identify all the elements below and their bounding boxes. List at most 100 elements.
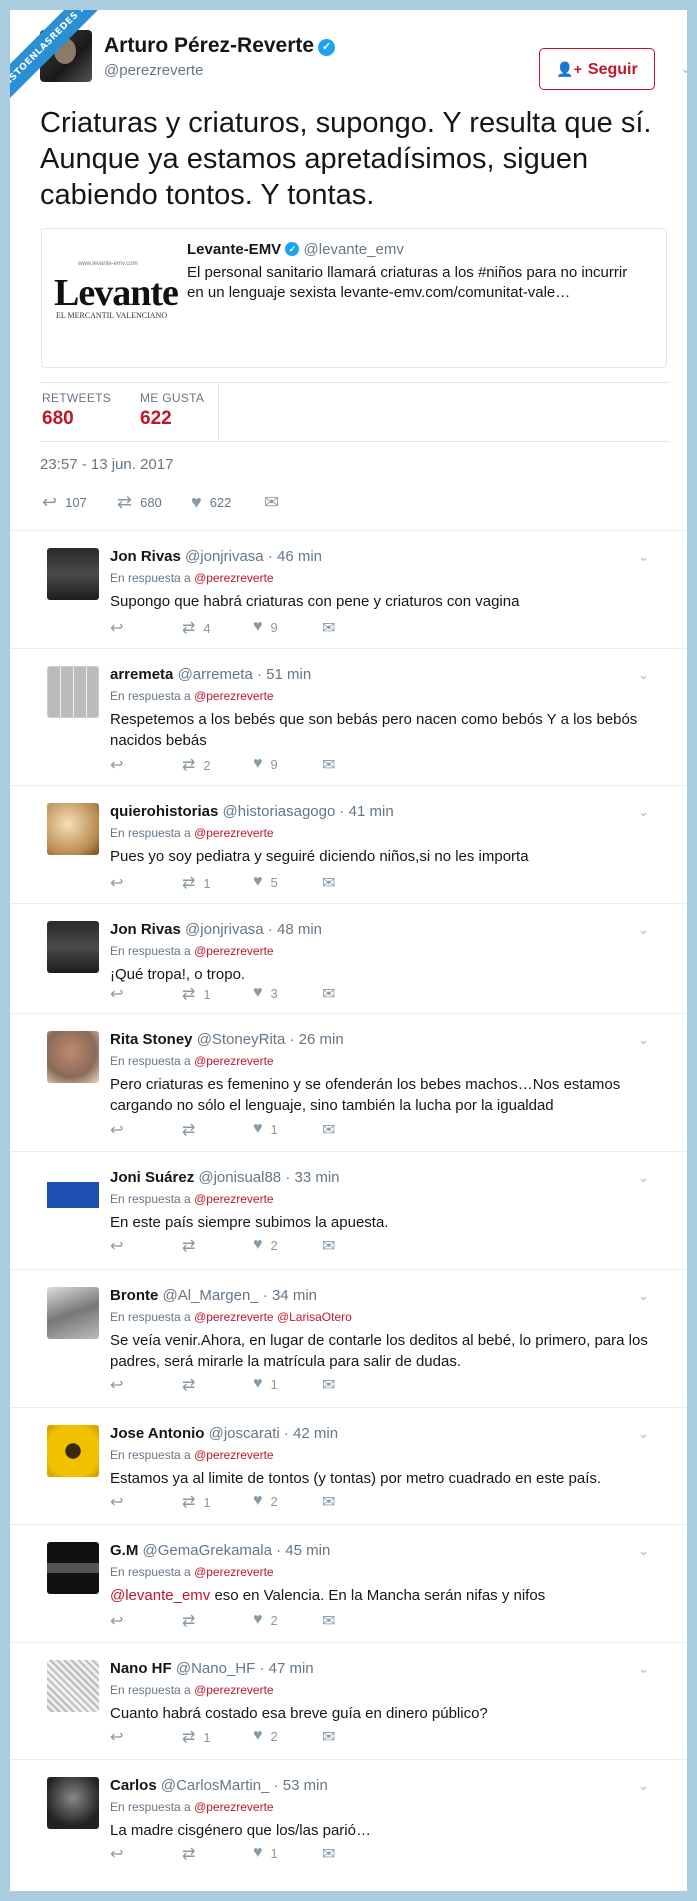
chevron-down-icon[interactable]: ⌄ (638, 1032, 649, 1048)
retweet-button[interactable]: ⇄ (182, 1120, 203, 1140)
reply-time[interactable]: 33 min (295, 1169, 340, 1186)
like-button[interactable]: ♥ 3 (253, 984, 278, 1002)
reply-time[interactable]: 51 min (266, 666, 311, 683)
reply-button[interactable]: ↩ (110, 873, 131, 893)
reply-tweet[interactable]: Bronte @Al_Margen_ · 34 min ⌄ En respues… (10, 1269, 687, 1407)
reply-avatar[interactable] (47, 1031, 99, 1083)
reply-tweet[interactable]: arremeta @arremeta · 51 min ⌄ En respues… (10, 648, 687, 785)
reply-time[interactable]: 41 min (349, 803, 394, 820)
chevron-down-icon[interactable]: ⌄ (638, 804, 649, 820)
reply-context-handle[interactable]: @perezreverte (194, 826, 274, 840)
reply-avatar[interactable] (47, 1169, 99, 1221)
like-button[interactable]: ♥ 9 (253, 618, 278, 636)
reply-author-handle[interactable]: @GemaGrekamala (143, 1542, 272, 1559)
reply-context-handle[interactable]: @perezreverte (194, 571, 274, 585)
reply-author-handle[interactable]: @Nano_HF (176, 1660, 255, 1677)
reply-tweet[interactable]: Rita Stoney @StoneyRita · 26 min ⌄ En re… (10, 1013, 687, 1151)
retweet-button[interactable]: ⇄ 4 (182, 618, 211, 638)
dm-button[interactable]: ✉ (322, 1727, 343, 1747)
reply-author-handle[interactable]: @CarlosMartin_ (161, 1777, 270, 1794)
dm-button[interactable]: ✉ (322, 1236, 343, 1256)
reply-context-handle[interactable]: @perezreverte (194, 1054, 274, 1068)
reply-time[interactable]: 48 min (277, 921, 322, 938)
dm-button[interactable]: ✉ (322, 984, 343, 1004)
reply-tweet[interactable]: Nano HF @Nano_HF · 47 min ⌄ En respuesta… (10, 1642, 687, 1759)
dm-button[interactable]: ✉ (322, 1375, 343, 1395)
chevron-down-icon[interactable]: ⌄ (638, 1426, 649, 1442)
reply-context-handle[interactable]: @perezreverte (194, 1683, 274, 1697)
chevron-down-icon[interactable]: ⌄ (638, 1778, 649, 1794)
dm-button[interactable]: ✉ (264, 492, 287, 513)
retweet-button[interactable]: ⇄ (182, 1844, 203, 1864)
reply-author-name[interactable]: Rita Stoney (110, 1031, 193, 1048)
reply-author-handle[interactable]: @historiasagogo (223, 803, 336, 820)
reply-tweet[interactable]: Jose Antonio @joscarati · 42 min ⌄ En re… (10, 1407, 687, 1524)
chevron-down-icon[interactable]: ⌄ (680, 60, 687, 77)
chevron-down-icon[interactable]: ⌄ (638, 1543, 649, 1559)
dm-button[interactable]: ✉ (322, 1844, 343, 1864)
like-button[interactable]: ♥ 1 (253, 1844, 278, 1862)
reply-author-handle[interactable]: @jonjrivasa (185, 548, 264, 565)
reply-author-name[interactable]: Nano HF (110, 1660, 172, 1677)
reply-button[interactable]: ↩ (110, 1844, 131, 1864)
reply-context-handle[interactable]: @perezreverte (194, 944, 274, 958)
reply-button[interactable]: ↩ (110, 1492, 131, 1512)
reply-author-handle[interactable]: @arremeta (178, 666, 253, 683)
dm-button[interactable]: ✉ (322, 1611, 343, 1631)
reply-author-handle[interactable]: @jonisual88 (198, 1169, 281, 1186)
like-button[interactable]: ♥ 2 (253, 1236, 278, 1254)
reply-button[interactable]: ↩ (110, 984, 131, 1004)
reply-avatar[interactable] (47, 803, 99, 855)
reply-button[interactable]: ↩ (110, 1375, 131, 1395)
reply-tweet[interactable]: quierohistorias @historiasagogo · 41 min… (10, 785, 687, 903)
chevron-down-icon[interactable]: ⌄ (638, 1170, 649, 1186)
chevron-down-icon[interactable]: ⌄ (638, 1661, 649, 1677)
reply-avatar[interactable] (47, 1660, 99, 1712)
reply-context-handle[interactable]: @perezreverte (194, 1565, 274, 1579)
dm-button[interactable]: ✉ (322, 1120, 343, 1140)
dm-button[interactable]: ✉ (322, 755, 343, 775)
like-button[interactable]: ♥ 2 (253, 1727, 278, 1745)
retweet-button[interactable]: ⇄ (182, 1375, 203, 1395)
author-handle[interactable]: @perezreverte (104, 62, 203, 79)
retweet-button[interactable]: ⇄ 1 (182, 1727, 211, 1747)
retweets-stat[interactable]: RETWEETS 680 (42, 391, 111, 430)
chevron-down-icon[interactable]: ⌄ (638, 1288, 649, 1304)
reply-author-name[interactable]: Jon Rivas (110, 921, 181, 938)
reply-tweet[interactable]: Jon Rivas @jonjrivasa · 46 min ⌄ En resp… (10, 530, 687, 648)
quoted-tweet[interactable]: www.levante-emv.com Levante EL MERCANTIL… (41, 228, 667, 368)
reply-time[interactable]: 45 min (285, 1542, 330, 1559)
reply-author-handle[interactable]: @StoneyRita (197, 1031, 286, 1048)
reply-author-name[interactable]: Carlos (110, 1777, 157, 1794)
reply-tweet[interactable]: Carlos @CarlosMartin_ · 53 min ⌄ En resp… (10, 1759, 687, 1891)
retweet-button[interactable]: ⇄ (182, 1611, 203, 1631)
reply-time[interactable]: 46 min (277, 548, 322, 565)
reply-time[interactable]: 42 min (293, 1425, 338, 1442)
reply-author-handle[interactable]: @jonjrivasa (185, 921, 264, 938)
retweet-button[interactable]: ⇄ (182, 1236, 203, 1256)
reply-button[interactable]: ↩ (110, 1236, 131, 1256)
reply-time[interactable]: 26 min (299, 1031, 344, 1048)
reply-button[interactable]: ↩ 107 (42, 492, 87, 513)
chevron-down-icon[interactable]: ⌄ (638, 549, 649, 565)
like-button[interactable]: ♥ 9 (253, 755, 278, 773)
like-button[interactable]: ♥ 1 (253, 1120, 278, 1138)
reply-button[interactable]: ↩ (110, 1611, 131, 1631)
reply-context-handle[interactable]: @perezreverte @LarisaOtero (194, 1310, 352, 1324)
reply-author-name[interactable]: G.M (110, 1542, 138, 1559)
reply-tweet[interactable]: G.M @GemaGrekamala · 45 min ⌄ En respues… (10, 1524, 687, 1642)
reply-author-name[interactable]: arremeta (110, 666, 173, 683)
chevron-down-icon[interactable]: ⌄ (638, 922, 649, 938)
reply-avatar[interactable] (47, 666, 99, 718)
reply-time[interactable]: 34 min (272, 1287, 317, 1304)
reply-context-handle[interactable]: @perezreverte (194, 1448, 274, 1462)
reply-avatar[interactable] (47, 1425, 99, 1477)
reply-tweet[interactable]: Jon Rivas @jonjrivasa · 48 min ⌄ En resp… (10, 903, 687, 1013)
reply-avatar[interactable] (47, 1542, 99, 1594)
reply-button[interactable]: ↩ (110, 618, 131, 638)
reply-context-handle[interactable]: @perezreverte (194, 1192, 274, 1206)
retweet-button[interactable]: ⇄ 680 (117, 492, 162, 513)
dm-button[interactable]: ✉ (322, 1492, 343, 1512)
reply-context-handle[interactable]: @perezreverte (194, 689, 274, 703)
reply-author-name[interactable]: quierohistorias (110, 803, 218, 820)
